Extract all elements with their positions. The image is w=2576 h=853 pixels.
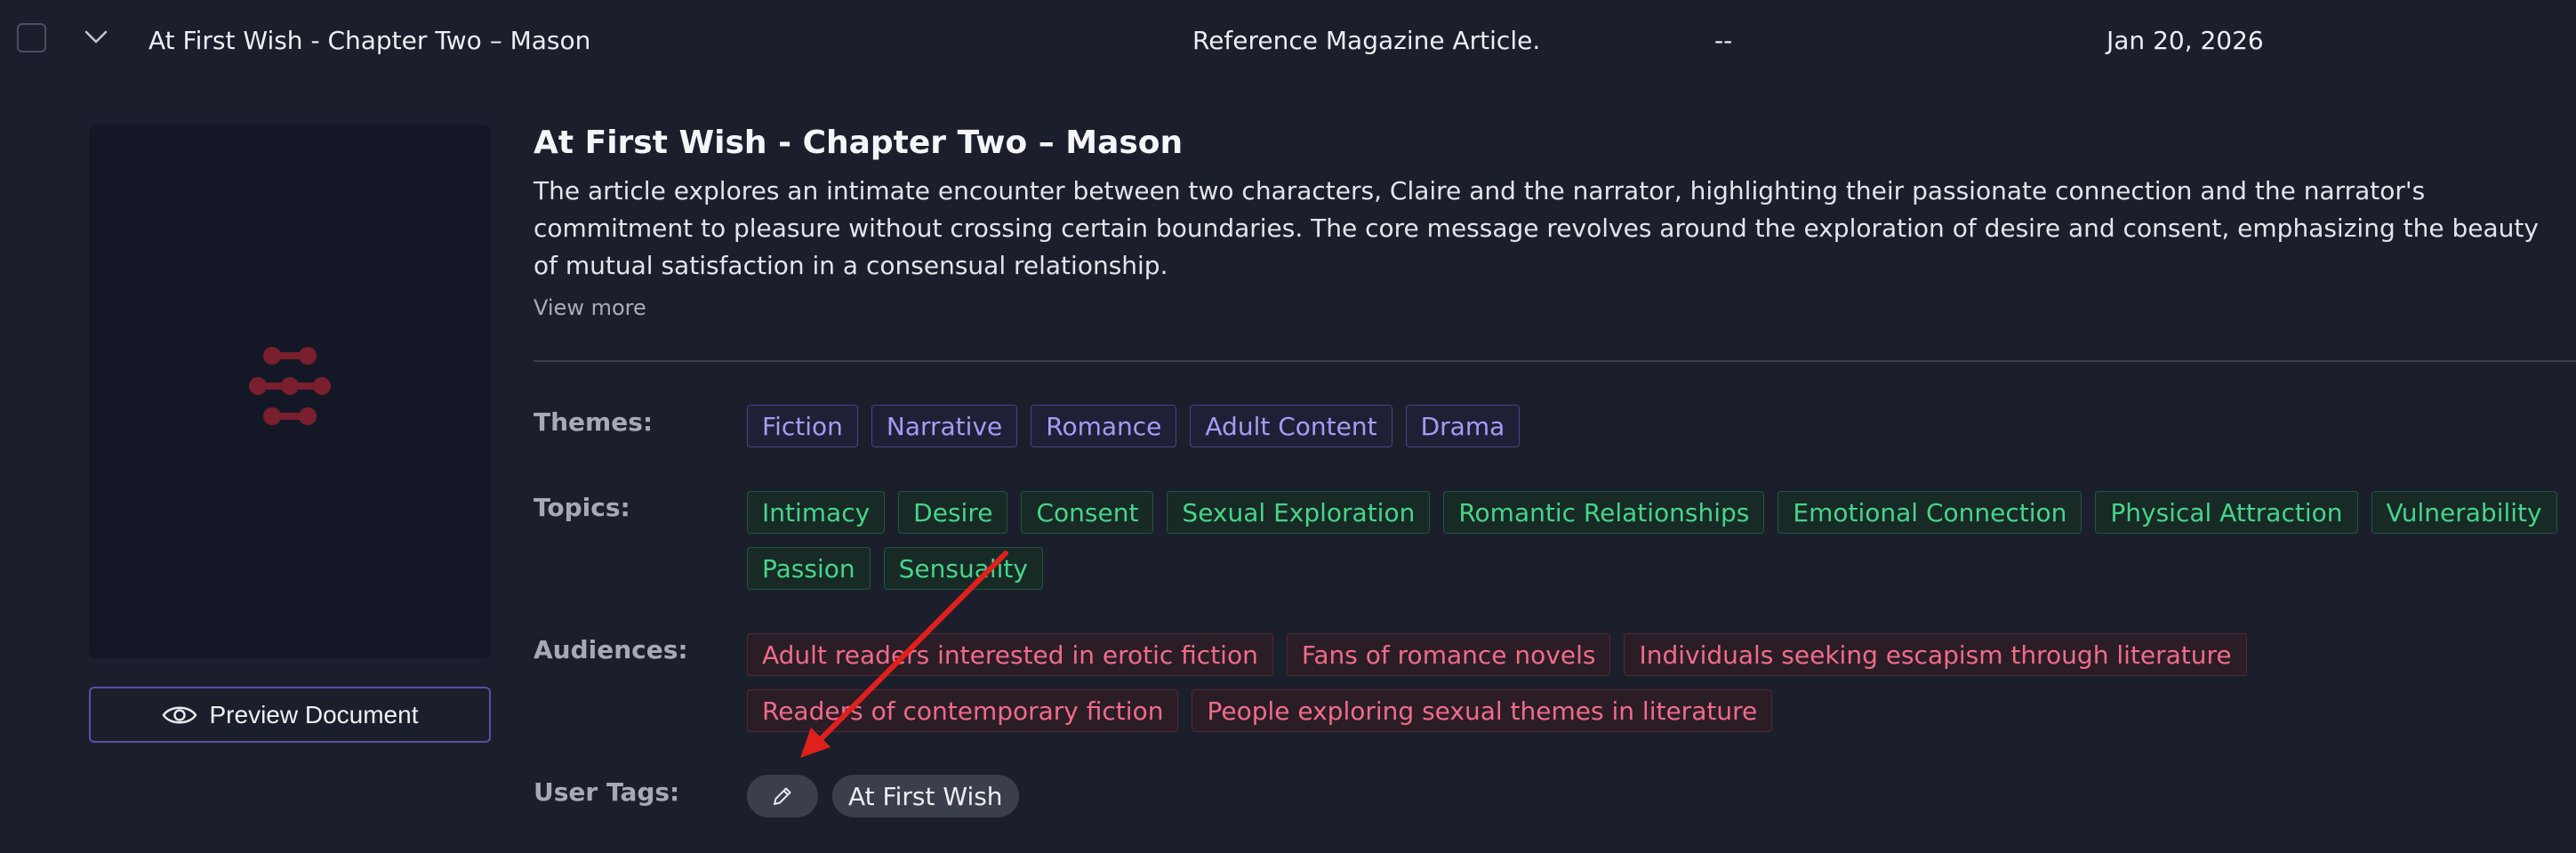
preview-document-label: Preview Document [209,700,419,728]
themes-tag-list: Fiction Narrative Romance Adult Content … [747,405,1521,447]
audience-tag[interactable]: Adult readers interested in erotic ficti… [747,633,1273,676]
pencil-icon [774,787,791,805]
chevron-down-icon[interactable] [82,25,110,50]
topic-tag[interactable]: Emotional Connection [1778,491,2082,534]
audiences-tag-list: Adult readers interested in erotic ficti… [747,633,2247,676]
audience-tag[interactable]: People exploring sexual themes in litera… [1192,689,1773,732]
view-more-link[interactable]: View more [534,295,646,320]
document-logo-icon [249,347,331,425]
topic-tag[interactable]: Vulnerability [2371,491,2557,534]
topic-tag[interactable]: Desire [898,491,1008,534]
document-title: At First Wish - Chapter Two – Mason [534,125,1184,161]
topics-tag-list: Intimacy Desire Consent Sexual Explorati… [747,491,2557,534]
topic-tag[interactable]: Sensuality [883,547,1043,590]
theme-tag[interactable]: Romance [1031,405,1177,447]
row-document-type: Reference Magazine Article. [1192,26,1541,55]
theme-tag[interactable]: Fiction [747,405,858,447]
row-extra-field: -- [1714,26,1733,55]
audience-tag[interactable]: Readers of contemporary fiction [747,689,1179,732]
topics-label: Topics: [534,493,630,522]
row-title[interactable]: At First Wish - Chapter Two – Mason [148,25,590,57]
topic-tag[interactable]: Intimacy [747,491,886,534]
user-tags-label: User Tags: [534,777,680,807]
audience-tag[interactable]: Fans of romance novels [1286,633,1611,676]
audience-tag[interactable]: Individuals seeking escapism through lit… [1624,633,2247,676]
topic-tag[interactable]: Physical Attraction [2095,491,2358,534]
document-row[interactable]: At First Wish - Chapter Two – Mason Refe… [0,0,2576,82]
document-thumbnail [89,125,491,658]
topic-tag[interactable]: Consent [1021,491,1154,534]
theme-tag[interactable]: Narrative [871,405,1018,447]
theme-tag[interactable]: Adult Content [1190,405,1392,447]
document-description: The article explores an intimate encount… [534,176,2539,280]
eye-icon [162,706,197,723]
theme-tag[interactable]: Drama [1405,405,1521,447]
preview-document-button[interactable]: Preview Document [89,687,491,743]
themes-label: Themes: [534,407,654,437]
row-select-checkbox[interactable] [17,23,46,52]
user-tag[interactable]: At First Wish [832,775,1019,817]
topic-tag[interactable]: Romantic Relationships [1443,491,1765,534]
section-divider [534,360,2576,362]
topics-tag-list-row2: Passion Sensuality [747,547,1043,590]
topic-tag[interactable]: Sexual Exploration [1167,491,1431,534]
row-date: Jan 20, 2026 [2107,26,2264,55]
topic-tag[interactable]: Passion [747,547,871,590]
audiences-tag-list-row2: Readers of contemporary fiction People e… [747,689,1773,732]
edit-user-tags-button[interactable] [747,775,818,817]
audiences-label: Audiences: [534,635,688,664]
document-detail-page: At First Wish - Chapter Two – Mason Refe… [0,0,2576,853]
